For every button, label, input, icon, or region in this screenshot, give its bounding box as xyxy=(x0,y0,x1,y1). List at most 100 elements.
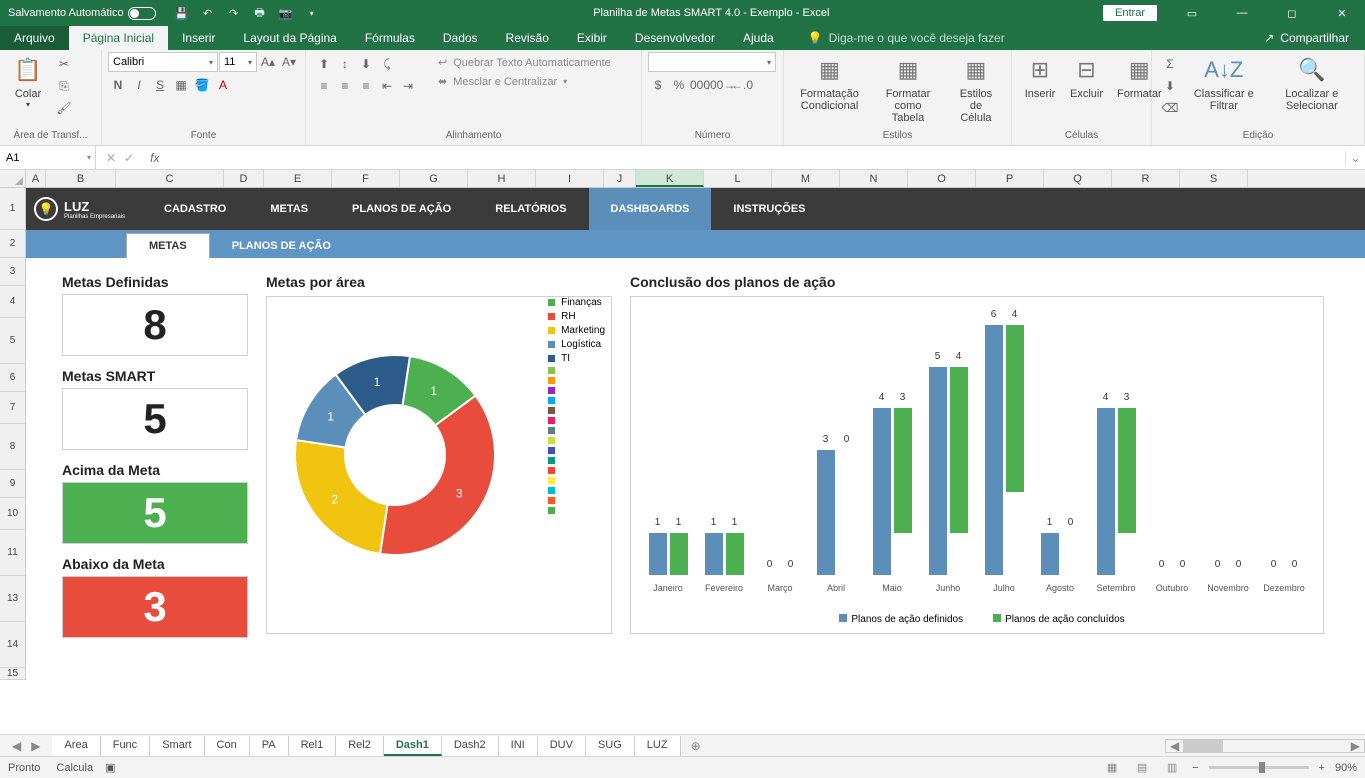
row-header-2[interactable]: 2 xyxy=(0,230,26,258)
formula-input[interactable] xyxy=(165,152,1345,164)
tab-home[interactable]: Página Inicial xyxy=(69,26,168,50)
decrease-decimal-icon[interactable]: ←.0 xyxy=(732,75,752,95)
cut-icon[interactable]: ✂ xyxy=(54,54,74,74)
camera-icon[interactable]: 📷 xyxy=(278,5,294,21)
sheet-tab-Dash1[interactable]: Dash1 xyxy=(384,736,442,756)
number-format-combo[interactable]: ▾ xyxy=(648,52,776,72)
col-header-A[interactable]: A xyxy=(26,170,46,187)
col-header-O[interactable]: O xyxy=(908,170,976,187)
save-icon[interactable]: 💾 xyxy=(174,5,190,21)
nav-instruções[interactable]: INSTRUÇÕES xyxy=(711,188,827,230)
currency-icon[interactable]: $ xyxy=(648,75,668,95)
prev-sheet-icon[interactable]: ◀ xyxy=(8,739,25,753)
fill-icon[interactable]: ⬇ xyxy=(1160,76,1180,96)
row-header-3[interactable]: 3 xyxy=(0,258,26,286)
cancel-formula-icon[interactable]: ✕ xyxy=(106,151,116,165)
align-center-icon[interactable]: ≡ xyxy=(335,76,355,96)
copy-icon[interactable]: ⎘ xyxy=(54,76,74,96)
row-header-4[interactable]: 4 xyxy=(0,286,26,318)
col-header-D[interactable]: D xyxy=(224,170,264,187)
row-header-15[interactable]: 15 xyxy=(0,668,26,680)
sheet-tab-Rel1[interactable]: Rel1 xyxy=(289,736,337,756)
nav-relatórios[interactable]: RELATÓRIOS xyxy=(473,188,588,230)
col-header-B[interactable]: B xyxy=(46,170,116,187)
col-header-P[interactable]: P xyxy=(976,170,1044,187)
subtab-metas[interactable]: METAS xyxy=(126,233,210,258)
col-header-G[interactable]: G xyxy=(400,170,468,187)
tellme-search[interactable]: 💡Diga-me o que você deseja fazer xyxy=(808,26,1005,50)
decrease-indent-icon[interactable]: ⇤ xyxy=(377,76,397,96)
row-header-11[interactable]: 11 xyxy=(0,530,26,576)
subtab-planos de ação[interactable]: PLANOS DE AÇÃO xyxy=(210,234,353,258)
next-sheet-icon[interactable]: ▶ xyxy=(27,739,44,753)
tab-file[interactable]: Arquivo xyxy=(0,26,69,50)
grow-font-icon[interactable]: A▴ xyxy=(258,52,278,72)
clear-icon[interactable]: ⌫ xyxy=(1160,98,1180,118)
align-right-icon[interactable]: ≡ xyxy=(356,76,376,96)
select-all-corner[interactable] xyxy=(0,170,26,187)
col-header-I[interactable]: I xyxy=(536,170,604,187)
format-table-button[interactable]: ▦Formatar como Tabela xyxy=(871,52,945,126)
h-scrollbar[interactable]: ◀▶ xyxy=(1165,739,1365,753)
redo-icon[interactable]: ↷ xyxy=(226,5,242,21)
orientation-icon[interactable]: ⤹ xyxy=(377,54,397,74)
col-header-N[interactable]: N xyxy=(840,170,908,187)
sort-filter-button[interactable]: A↓ZClassificar e Filtrar xyxy=(1184,52,1264,114)
align-middle-icon[interactable]: ↕ xyxy=(335,54,355,74)
bold-icon[interactable]: N xyxy=(108,75,128,95)
wrap-text-button[interactable]: ↩Quebrar Texto Automaticamente xyxy=(432,54,617,71)
sheet-tab-Func[interactable]: Func xyxy=(101,736,150,756)
find-select-button[interactable]: 🔍Localizar e Selecionar xyxy=(1266,52,1358,114)
sheet-tab-Area[interactable]: Area xyxy=(52,736,100,756)
close-icon[interactable]: ✕ xyxy=(1319,0,1365,26)
underline-icon[interactable]: S xyxy=(150,75,170,95)
tab-review[interactable]: Revisão xyxy=(492,26,563,50)
tab-data[interactable]: Dados xyxy=(429,26,492,50)
col-header-H[interactable]: H xyxy=(468,170,536,187)
row-header-8[interactable]: 8 xyxy=(0,424,26,470)
enter-formula-icon[interactable]: ✓ xyxy=(124,151,134,165)
sheet-tab-INI[interactable]: INI xyxy=(499,736,538,756)
delete-cells-button[interactable]: ⊟Excluir xyxy=(1064,52,1109,102)
col-header-J[interactable]: J xyxy=(604,170,636,187)
tab-help[interactable]: Ajuda xyxy=(729,26,788,50)
tab-view[interactable]: Exibir xyxy=(563,26,621,50)
sheet-tab-DUV[interactable]: DUV xyxy=(538,736,586,756)
worksheet[interactable]: ABCDEFGHIJKLMNOPQRS 1234567891011131415 … xyxy=(0,170,1365,734)
ribbon-options-icon[interactable]: ▭ xyxy=(1169,0,1215,26)
row-header-6[interactable]: 6 xyxy=(0,364,26,392)
autosum-icon[interactable]: Σ xyxy=(1160,54,1180,74)
sheet-tab-Dash2[interactable]: Dash2 xyxy=(442,736,499,756)
tab-insert[interactable]: Inserir xyxy=(168,26,229,50)
align-left-icon[interactable]: ≡ xyxy=(314,76,334,96)
fill-color-icon[interactable]: 🪣 xyxy=(192,75,212,95)
align-bottom-icon[interactable]: ⬇ xyxy=(356,54,376,74)
row-header-10[interactable]: 10 xyxy=(0,498,26,530)
tab-layout[interactable]: Layout da Página xyxy=(229,26,350,50)
col-header-L[interactable]: L xyxy=(704,170,772,187)
row-header-5[interactable]: 5 xyxy=(0,318,26,364)
fx-icon[interactable]: fx xyxy=(144,151,165,165)
col-header-E[interactable]: E xyxy=(264,170,332,187)
col-header-R[interactable]: R xyxy=(1112,170,1180,187)
sheet-tab-SUG[interactable]: SUG xyxy=(586,736,635,756)
col-header-C[interactable]: C xyxy=(116,170,224,187)
share-button[interactable]: ↗Compartilhar xyxy=(1264,26,1365,50)
tab-developer[interactable]: Desenvolvedor xyxy=(621,26,729,50)
nav-metas[interactable]: METAS xyxy=(248,188,330,230)
nav-planos de ação[interactable]: PLANOS DE AÇÃO xyxy=(330,188,473,230)
expand-formula-bar-icon[interactable]: ⌄ xyxy=(1345,151,1365,165)
autosave-toggle[interactable]: Salvamento Automático xyxy=(8,7,156,20)
row-header-1[interactable]: 1 xyxy=(0,188,26,230)
col-header-F[interactable]: F xyxy=(332,170,400,187)
increase-decimal-icon[interactable]: .00→ xyxy=(711,75,731,95)
sheet-tab-LUZ[interactable]: LUZ xyxy=(635,736,681,756)
signin-button[interactable]: Entrar xyxy=(1103,5,1157,21)
tab-formulas[interactable]: Fórmulas xyxy=(351,26,429,50)
maximize-icon[interactable]: ◻ xyxy=(1269,0,1315,26)
border-icon[interactable]: ▦ xyxy=(171,75,191,95)
row-header-9[interactable]: 9 xyxy=(0,470,26,498)
shrink-font-icon[interactable]: A▾ xyxy=(279,52,299,72)
col-header-S[interactable]: S xyxy=(1180,170,1248,187)
row-header-7[interactable]: 7 xyxy=(0,392,26,424)
